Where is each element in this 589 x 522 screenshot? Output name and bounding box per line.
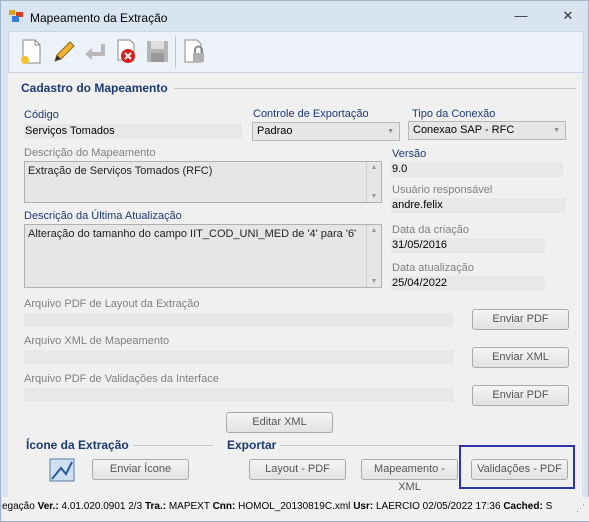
pdf-validacoes-label: Arquivo PDF de Validações da Interface: [24, 373, 219, 385]
controle-select[interactable]: Padrao ▼: [252, 122, 400, 141]
controle-label: Controle de Exportação: [253, 108, 369, 120]
status-bar: egação Ver.: 4.01.020.0901 2/3 Tra.: MAP…: [2, 497, 589, 521]
toolbar-separator: [175, 36, 176, 68]
title-bar: Mapeamento da Extração — ✕: [1, 1, 588, 31]
tipo-select[interactable]: Conexao SAP - RFC ▼: [408, 121, 566, 140]
status-usr-label: Usr:: [353, 501, 374, 512]
status-tra-value: MAPEXT: [168, 501, 210, 512]
descricao-scrollbar[interactable]: ▲ ▼: [366, 162, 381, 202]
status-cached-label: Cached:: [503, 501, 543, 512]
minimize-button[interactable]: —: [507, 5, 535, 27]
status-prefix: egação: [2, 501, 35, 512]
criacao-field[interactable]: 31/05/2016: [391, 238, 545, 253]
mapeamento-window: Mapeamento da Extração — ✕ Cadastro do M…: [0, 0, 589, 522]
enviar-icone-button[interactable]: Enviar Ícone: [92, 459, 189, 480]
scroll-down-icon[interactable]: ▼: [369, 278, 379, 285]
xml-label: Arquivo XML de Mapeamento: [24, 335, 170, 347]
mapeamento-xml-button[interactable]: Mapeamento - XML: [361, 459, 458, 493]
icone-section-title: Ícone da Extração: [26, 438, 129, 452]
editar-xml-button[interactable]: Editar XML: [226, 412, 333, 433]
pdf-layout-label: Arquivo PDF de Layout da Extração: [24, 298, 200, 310]
status-date: 02/05/2022: [422, 501, 473, 512]
new-icon[interactable]: [17, 36, 45, 66]
status-ver-value: 4.01.020.0901: [61, 501, 126, 512]
form-client-area: Cadastro do Mapeamento Código Serviços T…: [8, 73, 582, 499]
window-title: Mapeamento da Extração: [30, 11, 168, 25]
usuario-label: Usuário responsável: [392, 184, 493, 196]
descricao-label: Descrição do Mapeamento: [24, 147, 156, 159]
status-tra-label: Tra.:: [144, 501, 167, 512]
pdf-layout-field[interactable]: [24, 313, 454, 327]
scroll-down-icon[interactable]: ▼: [369, 193, 379, 200]
controle-value: Padrao: [257, 125, 293, 137]
xml-field[interactable]: [24, 350, 454, 364]
descricao-value: Extração de Serviços Tomados (RFC): [28, 165, 213, 177]
edit-icon[interactable]: [49, 36, 77, 66]
layout-pdf-button[interactable]: Layout - PDF: [249, 459, 346, 480]
section-divider: [133, 445, 213, 446]
ultima-atualizacao-textarea[interactable]: Alteração do tamanho do campo IIT_COD_UN…: [24, 224, 382, 288]
delete-icon[interactable]: [112, 36, 140, 66]
resize-grip-icon[interactable]: ⋰: [576, 498, 585, 518]
enviar-pdf-validacoes-button[interactable]: Enviar PDF: [472, 385, 569, 406]
highlight-box: [459, 445, 575, 489]
atualizacao-label: Data atualização: [392, 262, 474, 274]
versao-field[interactable]: 9.0: [391, 162, 563, 177]
section-divider: [174, 88, 576, 89]
status-usr-value: LAERCIO: [375, 501, 420, 512]
pdf-validacoes-field[interactable]: [24, 388, 454, 402]
lock-icon[interactable]: [180, 36, 208, 66]
status-cached-value: S: [545, 501, 553, 512]
codigo-label: Código: [24, 109, 59, 121]
versao-label: Versão: [392, 148, 427, 160]
status-ver-label: Ver.:: [37, 501, 59, 512]
status-page: 2/3: [128, 501, 143, 512]
enviar-pdf-layout-button[interactable]: Enviar PDF: [472, 309, 569, 330]
status-cnn-value: HOMOL_20130819C.xml: [238, 501, 351, 512]
undo-icon[interactable]: [81, 36, 109, 66]
chevron-down-icon: ▼: [387, 128, 394, 135]
descricao-textarea[interactable]: Extração de Serviços Tomados (RFC) ▲ ▼: [24, 161, 382, 203]
status-cnn-label: Cnn:: [212, 501, 236, 512]
chevron-down-icon: ▼: [553, 127, 560, 134]
tipo-value: Conexao SAP - RFC: [413, 124, 515, 136]
atualizacao-field[interactable]: 25/04/2022: [391, 276, 545, 291]
save-icon[interactable]: [143, 36, 171, 66]
extracao-icon[interactable]: [49, 458, 75, 482]
usuario-field[interactable]: andre.felix: [391, 198, 566, 213]
enviar-xml-button[interactable]: Enviar XML: [472, 347, 569, 368]
exportar-section-title: Exportar: [227, 438, 277, 452]
ultima-scrollbar[interactable]: ▲ ▼: [366, 225, 381, 287]
codigo-field[interactable]: Serviços Tomados: [24, 124, 242, 139]
scroll-up-icon[interactable]: ▲: [369, 164, 379, 171]
status-time: 17:36: [475, 501, 501, 512]
ultima-atualizacao-value: Alteração do tamanho do campo IIT_COD_UN…: [28, 228, 357, 240]
ultima-atualizacao-label: Descrição da Última Atualização: [24, 210, 182, 222]
scroll-up-icon[interactable]: ▲: [369, 227, 379, 234]
criacao-label: Data da criação: [392, 224, 470, 236]
toolbar: [8, 31, 584, 73]
cadastro-section-title: Cadastro do Mapeamento: [21, 81, 168, 95]
close-button[interactable]: ✕: [554, 5, 582, 27]
tipo-label: Tipo da Conexão: [412, 108, 496, 120]
app-icon: [9, 10, 23, 22]
